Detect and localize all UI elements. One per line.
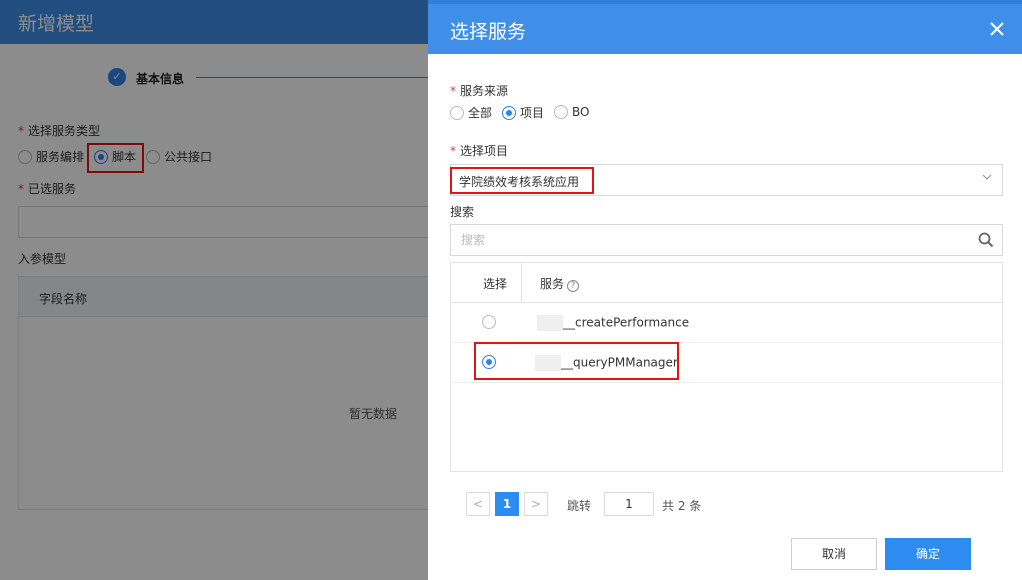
radio-selected-icon[interactable] (502, 105, 516, 120)
column-header-select: 选择 (483, 277, 508, 291)
total-count: 共 2 条 (662, 499, 702, 513)
select-project-label: * 选择项目 (450, 144, 509, 158)
radio-option-all[interactable]: 全部 (450, 104, 492, 121)
close-icon[interactable] (986, 18, 1008, 40)
column-header-service: 服务? (540, 275, 580, 292)
help-icon[interactable]: ? (567, 280, 580, 292)
service-source-label: * 服务来源 (450, 84, 509, 98)
highlight-box-project (450, 167, 594, 194)
next-page-button[interactable]: > (524, 492, 548, 516)
highlight-box-query-service (474, 342, 679, 380)
service-table-header: 选择 服务? (451, 263, 1002, 303)
radio-icon[interactable] (554, 104, 568, 119)
select-service-drawer: 选择服务 * 服务来源 全部 项目 BO * 选择项目 学院绩效考核系统应用 搜索 … (428, 0, 1022, 580)
drawer-header: 选择服务 (428, 0, 1022, 54)
radio-option-bo[interactable]: BO (554, 104, 589, 119)
chevron-down-icon (982, 174, 992, 180)
jump-page-input[interactable]: 1 (604, 492, 654, 516)
drawer-title: 选择服务 (450, 21, 527, 43)
page-button-current[interactable]: 1 (495, 492, 519, 516)
radio-icon[interactable] (450, 105, 464, 120)
cancel-button[interactable]: 取消 (791, 538, 877, 570)
column-divider (521, 263, 522, 303)
radio-option-project[interactable]: 项目 (502, 104, 544, 121)
service-name: __createPerformance (537, 315, 689, 331)
row-radio-icon[interactable] (482, 315, 496, 329)
jump-label: 跳转 (567, 499, 592, 513)
prev-page-button[interactable]: < (466, 492, 490, 516)
table-row[interactable]: __createPerformance (451, 303, 1002, 343)
confirm-button[interactable]: 确定 (885, 538, 971, 570)
search-icon[interactable] (978, 232, 994, 248)
search-box (450, 224, 1003, 256)
search-label: 搜索 (450, 205, 475, 219)
search-input[interactable] (451, 225, 971, 255)
